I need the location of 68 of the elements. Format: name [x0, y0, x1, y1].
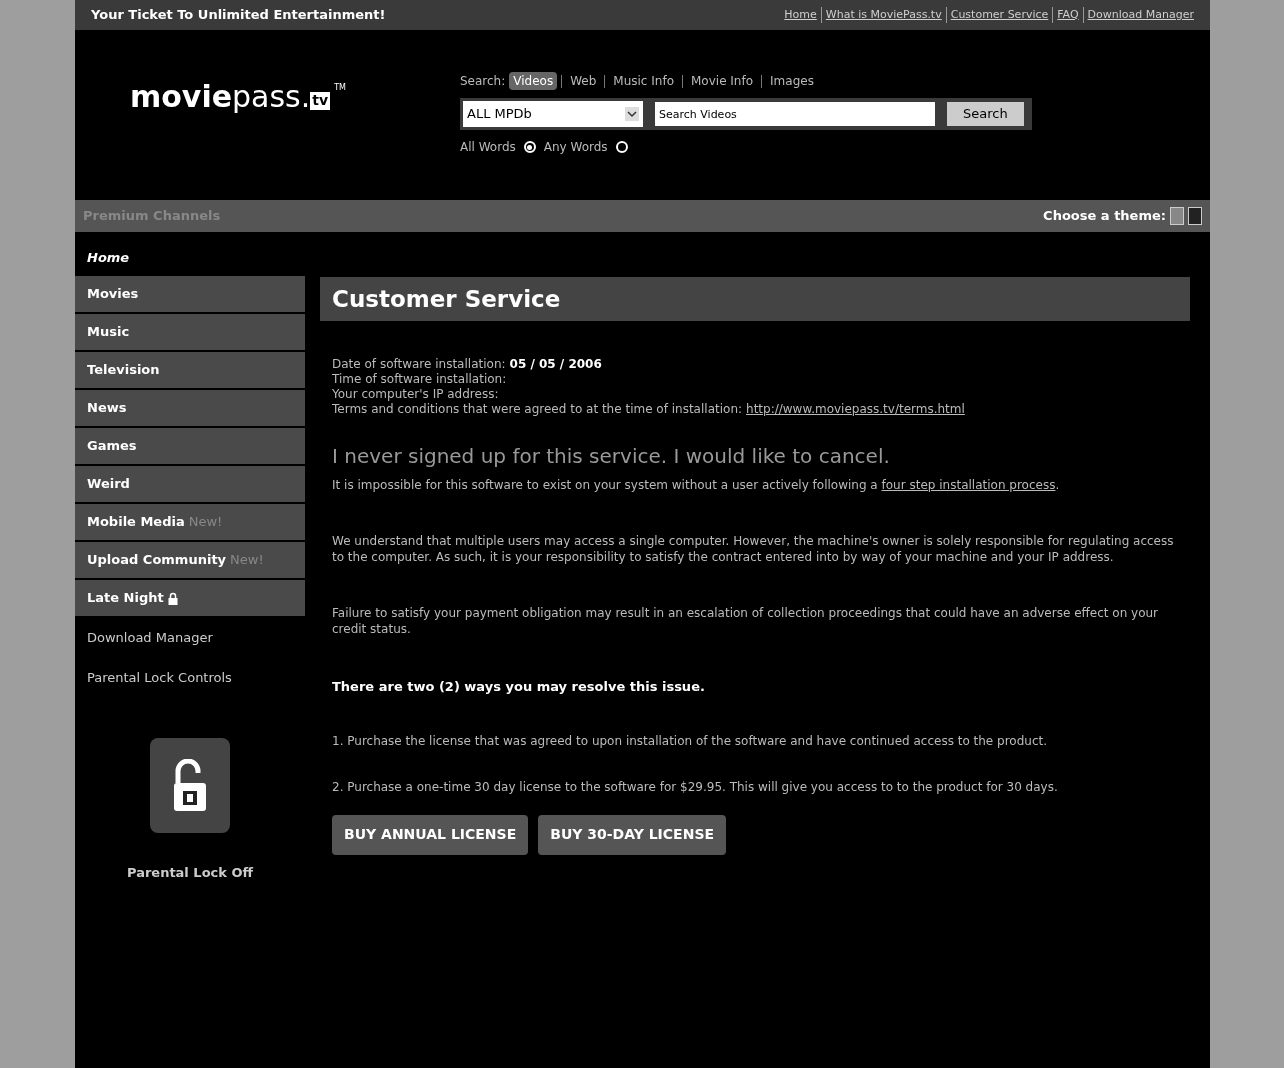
search-tab[interactable]: Web	[566, 72, 601, 90]
sidebar-label: Download Manager	[87, 629, 213, 648]
sidebar-label: Home	[87, 249, 130, 268]
sidebar-item[interactable]: Weird	[75, 466, 305, 504]
sidebar-item[interactable]: Mobile Media New!	[75, 504, 305, 542]
search-tab[interactable]: Music Info	[609, 72, 678, 90]
sidebar-item[interactable]: Home	[75, 240, 305, 276]
terms-link[interactable]: http://www.moviepass.tv/terms.html	[746, 402, 965, 417]
radio-button[interactable]	[615, 141, 628, 153]
caret-icon	[625, 107, 639, 121]
sidebar-label: News	[87, 399, 127, 418]
paragraph: We understand that multiple users may access a single computer. However, the machine's owner is solely responsible for regulating access to the computer. As such, it is your responsibility to satisfy the contract entered into by way of your machine and your IP address.	[332, 533, 1175, 565]
detail-label: Your computer's IP address:	[332, 387, 499, 402]
sidebar-label: Weird	[87, 475, 130, 494]
sidebar-label: Upload Community	[87, 551, 227, 570]
theme-label: Choose a theme:	[1043, 207, 1166, 226]
search-label: Search:	[460, 73, 506, 90]
sidebar-label: Television	[87, 361, 160, 380]
radio-label: All Words	[460, 139, 516, 156]
sidebar-item[interactable]: Parental Lock Controls	[75, 658, 305, 698]
sidebar-label: Music	[87, 323, 130, 342]
option-text: 1. Purchase the license that was agreed to upon installation of the software and have continued access to the product.	[332, 732, 1049, 749]
option-text: 2. Purchase a one-time 30 day license to the software for $29.95. This will give you access to to the product for 30 days.	[332, 778, 1059, 795]
detail-label: Time of software installation:	[332, 372, 507, 387]
search-tab[interactable]: Videos	[509, 72, 558, 90]
sidebar-item[interactable]: Upload Community New!	[75, 542, 305, 580]
detail-label: Date of software installation:	[332, 357, 506, 372]
sidebar-item[interactable]: Television	[75, 352, 305, 390]
sidebar-label: Movies	[87, 285, 139, 304]
nav-link[interactable]: FAQ	[1052, 6, 1079, 24]
theme-swatch[interactable]	[1188, 207, 1202, 225]
search-button[interactable]: Search	[947, 102, 1024, 126]
nav-link[interactable]: Download Manager	[1082, 6, 1194, 24]
buy-button[interactable]: BUY 30-DAY LICENSE	[538, 814, 727, 855]
sidebar-item[interactable]: Games	[75, 428, 305, 466]
theme-swatch[interactable]	[1170, 207, 1184, 225]
lock-status: Parental Lock Off	[126, 864, 254, 882]
sidebar-item[interactable]: Download Manager	[75, 618, 305, 658]
detail-value: 05 / 05 / 2006	[509, 357, 602, 372]
sidebar-label: Games	[87, 437, 137, 456]
cancel-heading: I never signed up for this service. I would like to cancel.	[332, 443, 891, 470]
tagline: Your Ticket To Unlimited Entertainment!	[91, 6, 386, 25]
search-tab[interactable]: Images	[766, 72, 818, 90]
sidebar-label: Late Night	[87, 589, 164, 608]
page-title: Customer Service	[320, 277, 1190, 321]
sidebar-item[interactable]: News	[75, 390, 305, 428]
sidebar-item[interactable]: Music	[75, 314, 305, 352]
sidebar-label: Parental Lock Controls	[87, 669, 232, 688]
buy-button[interactable]: BUY ANNUAL LICENSE	[332, 814, 529, 855]
intro-text: It is impossible for this software to exist on your system without a user actively following a four step installation process.	[332, 477, 1061, 493]
nav-link[interactable]: Customer Service	[945, 6, 1049, 24]
sidebar-item[interactable]: Movies	[75, 276, 305, 314]
search-field[interactable]: Search Videos	[655, 102, 935, 126]
logo: moviepass.tv TM	[129, 78, 347, 112]
nav-link[interactable]: What is MoviePass.tv	[820, 6, 942, 24]
radio-label: Any Words	[543, 139, 608, 156]
nav-link[interactable]: Home	[784, 6, 817, 24]
search-tab[interactable]: Movie Info	[687, 72, 758, 90]
new-label: New!	[188, 513, 223, 532]
padlock-icon	[150, 738, 230, 833]
radio-button[interactable]	[523, 141, 536, 153]
detail-label: Terms and conditions that were agreed to at the time of installation:	[332, 402, 743, 417]
scope-dropdown[interactable]: ALL MPDb	[463, 101, 643, 127]
sidebar-item[interactable]: Late Night	[75, 580, 305, 618]
paragraph: Failure to satisfy your payment obligation may result in an escalation of collection proceedings that could have an adverse effect on your credit status.	[332, 605, 1160, 637]
sidebar-label: Mobile Media	[87, 513, 185, 532]
new-label: New!	[230, 551, 264, 570]
resolve-text: There are two (2) ways you may resolve this issue.	[332, 678, 706, 696]
